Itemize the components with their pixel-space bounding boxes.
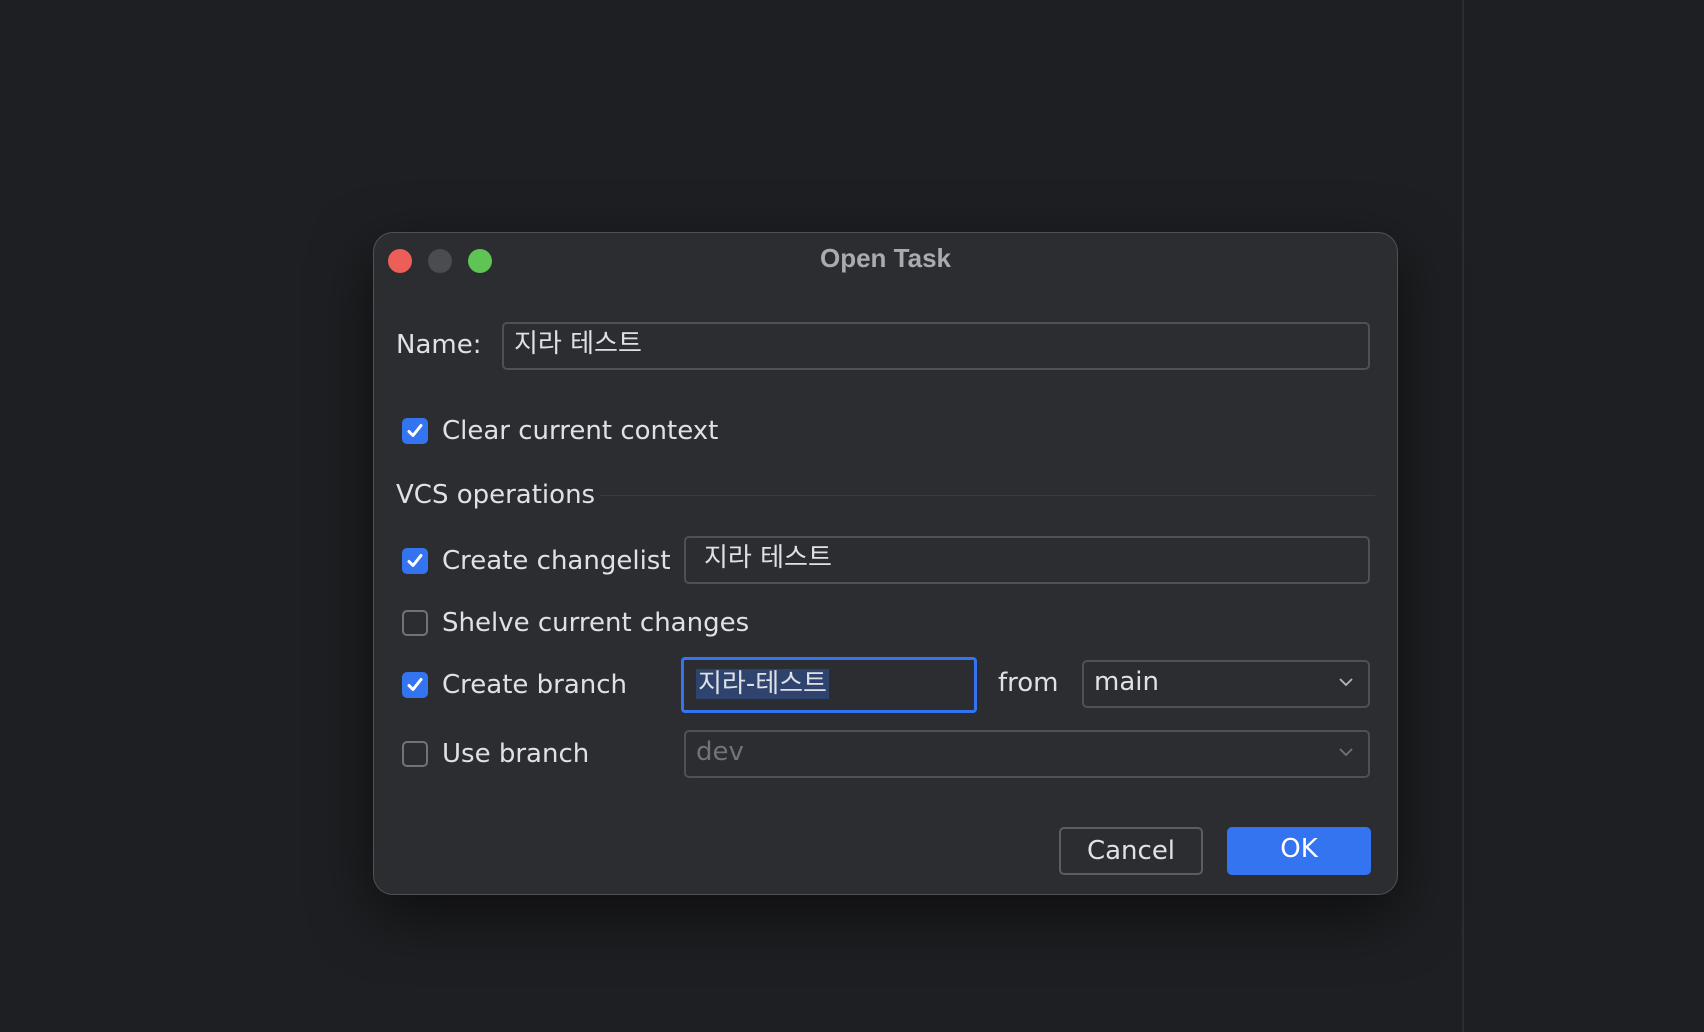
vcs-section-separator <box>600 495 1375 496</box>
dialog-title: Open Task <box>819 243 951 273</box>
name-input[interactable]: 지라 테스트 <box>502 322 1370 370</box>
branch-name-input[interactable]: 지라-테스트 <box>681 657 977 713</box>
create-branch-label[interactable]: Create branch <box>442 667 627 703</box>
chevron-down-icon <box>1339 748 1353 757</box>
open-task-dialog: Open Task Name: 지라 테스트 Clear current con… <box>373 232 1398 895</box>
cancel-button[interactable]: Cancel <box>1059 827 1203 875</box>
use-branch-checkbox[interactable] <box>402 741 428 767</box>
from-label: from <box>998 668 1059 698</box>
use-branch-dropdown: dev <box>684 730 1370 778</box>
use-branch-value: dev <box>696 737 744 767</box>
create-changelist-checkbox[interactable] <box>402 548 428 574</box>
branch-name-input-value: 지라-테스트 <box>696 669 829 699</box>
from-branch-value: main <box>1094 667 1159 697</box>
shelve-changes-label[interactable]: Shelve current changes <box>442 605 749 641</box>
name-input-value: 지라 테스트 <box>514 329 642 359</box>
create-branch-checkbox[interactable] <box>402 672 428 698</box>
name-label: Name: <box>396 330 482 360</box>
clear-context-label[interactable]: Clear current context <box>442 413 718 449</box>
checkmark-icon <box>407 424 423 437</box>
checkmark-icon <box>407 678 423 691</box>
chevron-down-icon <box>1339 678 1353 687</box>
ok-button[interactable]: OK <box>1227 827 1371 875</box>
create-changelist-label[interactable]: Create changelist <box>442 543 671 579</box>
checkmark-icon <box>407 554 423 567</box>
clear-context-checkbox[interactable] <box>402 418 428 444</box>
from-branch-dropdown[interactable]: main <box>1082 660 1370 708</box>
vcs-section-label: VCS operations <box>396 480 596 510</box>
changelist-input[interactable]: 지라 테스트 <box>684 536 1370 584</box>
background-divider <box>1462 0 1464 1032</box>
shelve-changes-checkbox[interactable] <box>402 610 428 636</box>
use-branch-label[interactable]: Use branch <box>442 736 589 772</box>
changelist-input-value: 지라 테스트 <box>704 543 832 573</box>
